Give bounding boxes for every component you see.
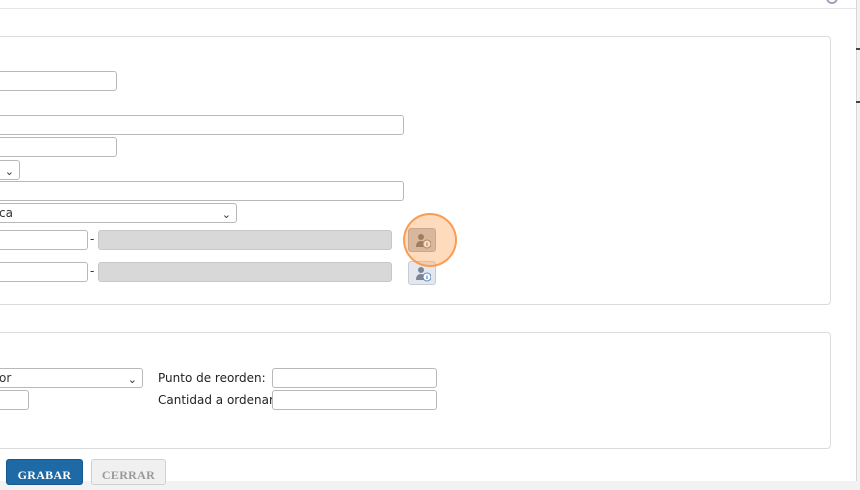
order-quantity-label: Cantidad a ordenar:: [158, 393, 278, 407]
reorder-point-label: Punto de reorden:: [158, 371, 266, 385]
dialog-header-divider: [0, 8, 856, 9]
help-icon[interactable]: [826, 0, 838, 4]
person-info-icon: [416, 267, 431, 282]
reorder-point-input[interactable]: [272, 368, 437, 388]
order-quantity-input[interactable]: [272, 390, 437, 410]
minimum-input[interactable]: [0, 390, 29, 410]
short-code-input[interactable]: [0, 137, 117, 157]
chevron-down-icon: ⌄: [127, 373, 137, 386]
chevron-down-icon: ⌄: [4, 165, 14, 178]
alt-supplier-lookup-button[interactable]: [408, 261, 436, 285]
unit-select[interactable]: ⌄: [0, 160, 20, 180]
supplier-separator: -: [90, 232, 95, 246]
supplier-name-field: [98, 230, 392, 250]
alt-supplier-name-field: [98, 262, 392, 282]
person-info-icon: [416, 234, 431, 249]
description-input[interactable]: [0, 115, 404, 135]
background-edge-mark: [856, 48, 860, 50]
chevron-down-icon: ⌄: [221, 208, 231, 221]
save-button[interactable]: GRABAR: [6, 459, 83, 485]
inventory-type-value: or: [0, 371, 12, 385]
inventory-type-select[interactable]: or ⌄: [0, 368, 143, 388]
background-edge-mark: [856, 101, 860, 103]
name-input[interactable]: [0, 181, 404, 201]
supplier-lookup-button[interactable]: [408, 228, 436, 252]
code-input[interactable]: [0, 71, 117, 91]
supplier-code-input[interactable]: [0, 230, 88, 250]
category-select-value: ca: [0, 206, 13, 220]
alt-supplier-code-input[interactable]: [0, 262, 88, 282]
close-button[interactable]: CERRAR: [91, 459, 166, 485]
product-dialog: ⌄ ca ⌄ - - or ⌄ Punto de reorden: Cantid…: [0, 0, 857, 485]
category-select[interactable]: ca ⌄: [0, 203, 237, 223]
alt-supplier-separator: -: [90, 264, 95, 278]
